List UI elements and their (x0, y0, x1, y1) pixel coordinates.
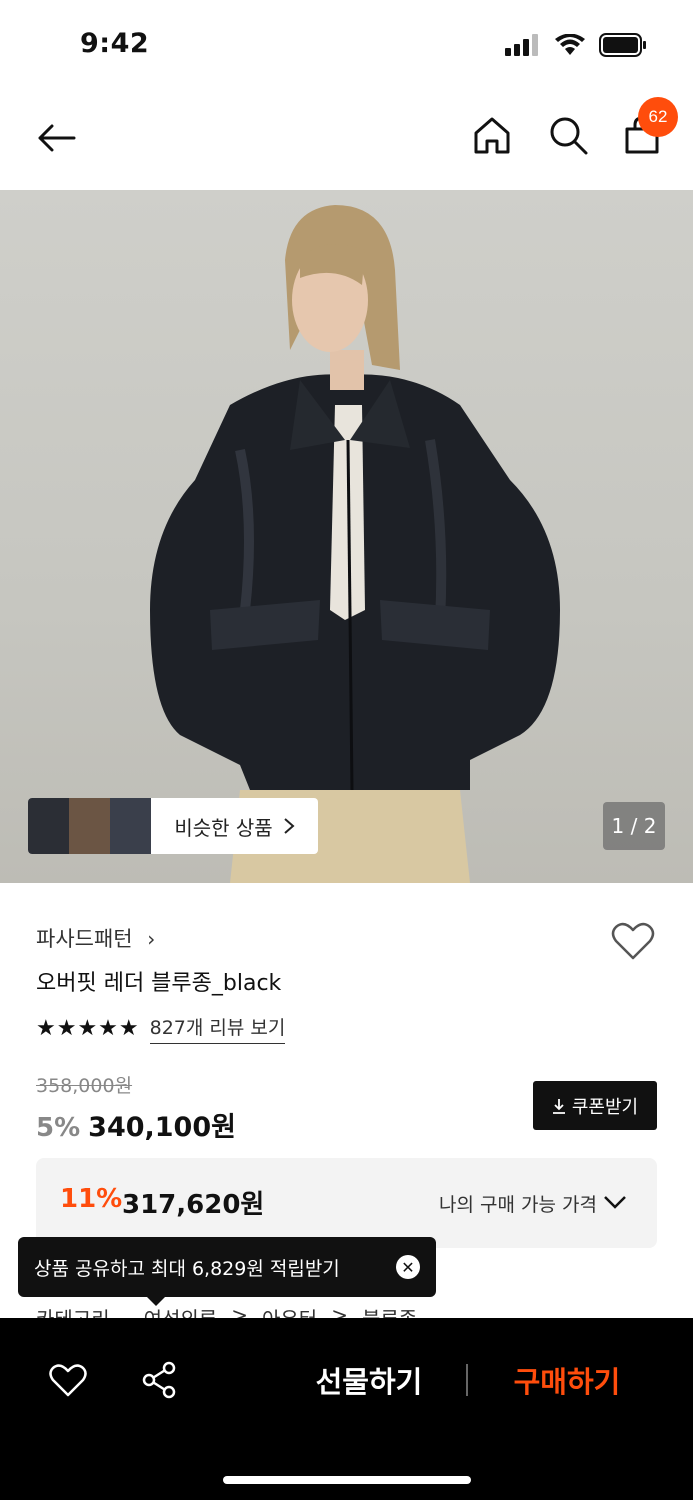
share-icon[interactable] (138, 1358, 182, 1402)
product-name: 오버핏 레더 블루종_black (36, 971, 282, 996)
home-icon[interactable] (470, 113, 514, 157)
download-icon (552, 1098, 565, 1114)
image-page-indicator: 1 / 2 (603, 802, 665, 850)
sale-price: 340,100원 (88, 1112, 236, 1143)
wishlist-heart-icon[interactable] (610, 918, 656, 964)
similar-thumbnail (28, 798, 69, 854)
similar-thumbnail (69, 798, 110, 854)
buy-button[interactable]: 구매하기 (498, 1358, 636, 1402)
tooltip-arrow (146, 1296, 166, 1306)
status-bar: 9:42 (0, 0, 693, 90)
cart-count-badge: 62 (638, 97, 678, 137)
signal-icon (505, 34, 538, 56)
product-image[interactable]: 비슷한 상품 1 / 2 (0, 190, 693, 883)
original-price: 358,000원 (36, 1075, 133, 1097)
home-indicator (223, 1476, 471, 1484)
my-price-label: 나의 구매 가능 가격 (439, 1194, 597, 1216)
my-price-box[interactable]: 11% 317,620원 나의 구매 가능 가격 (36, 1158, 657, 1248)
brand-link[interactable]: 파사드패턴 › (36, 923, 155, 953)
close-icon[interactable]: ✕ (396, 1255, 420, 1279)
wifi-icon (555, 34, 585, 55)
coupon-download-button[interactable]: 쿠폰받기 (533, 1081, 657, 1130)
tooltip-message: 상품 공유하고 최대 6,829원 적립받기 (34, 1257, 340, 1280)
chevron-right-icon: › (147, 927, 156, 951)
chevron-down-icon (604, 1196, 626, 1209)
star-rating-icon: ★★★★★ (36, 1016, 140, 1041)
chevron-right-icon (284, 818, 295, 834)
top-nav (0, 95, 693, 180)
status-time: 9:42 (80, 28, 150, 59)
gift-button[interactable]: 선물하기 (300, 1358, 438, 1402)
battery-icon (599, 33, 646, 57)
similar-products-label: 비슷한 상품 (151, 798, 318, 854)
back-arrow-icon[interactable] (34, 115, 80, 161)
my-discount-rate: 11% (60, 1184, 123, 1214)
search-icon[interactable] (546, 113, 590, 157)
discount-rate: 5% (36, 1113, 81, 1143)
heart-icon[interactable] (46, 1358, 90, 1402)
similar-products-text: 비슷한 상품 (174, 815, 273, 840)
similar-thumbnail (110, 798, 151, 854)
share-reward-tooltip[interactable]: 상품 공유하고 최대 6,829원 적립받기 ✕ (18, 1237, 436, 1297)
divider (466, 1364, 468, 1396)
review-link[interactable]: 827개 리뷰 보기 (149, 1013, 286, 1044)
product-photo (150, 205, 560, 883)
my-price: 317,620원 (122, 1190, 265, 1220)
sale-price-row: 5% 340,100원 (36, 1105, 236, 1144)
coupon-label: 쿠폰받기 (571, 1096, 639, 1118)
rating-row: ★★★★★ 827개 리뷰 보기 (36, 1013, 286, 1044)
bottom-action-bar: 선물하기 구매하기 (0, 1318, 693, 1500)
status-icons (505, 33, 647, 57)
similar-products-chip[interactable]: 비슷한 상품 (28, 798, 318, 854)
brand-name: 파사드패턴 (36, 927, 133, 951)
